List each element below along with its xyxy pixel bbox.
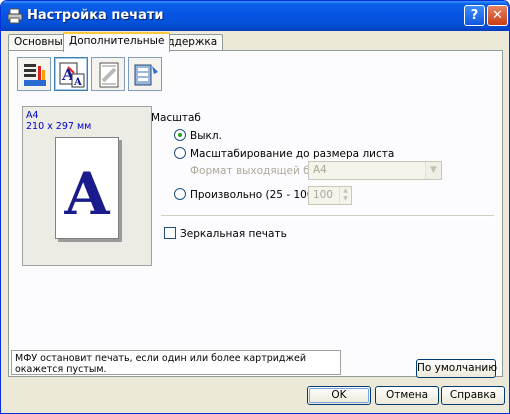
output-format-value: A4	[313, 164, 327, 176]
advanced-panel: A A A4 210 x 297 мм A Масштаб Выкл. Масш…	[8, 50, 503, 378]
stepper-arrows-icon[interactable]: ▲ ▼	[339, 187, 351, 204]
device-options-button[interactable]	[128, 57, 162, 91]
mirror-print-checkbox[interactable]	[164, 227, 176, 239]
output-format-select[interactable]: A4 ▼	[308, 161, 442, 180]
divider	[161, 215, 494, 217]
default-button[interactable]: По умолчанию	[416, 359, 497, 378]
scaling-fit-option[interactable]: Масштабирование до размера листа	[174, 147, 394, 161]
preview-letter: A	[64, 160, 110, 228]
scaling-fit-label: Масштабирование до размера листа	[190, 148, 395, 160]
chevron-down-icon[interactable]: ▼	[425, 162, 441, 179]
print-settings-window: Настройка печати ? ✕ Основные Дополнител…	[0, 0, 510, 414]
scaling-button[interactable]: A A	[54, 57, 88, 91]
paper-dimensions: 210 x 297 мм	[26, 121, 92, 132]
paper-size-info: A4 210 x 297 мм	[26, 110, 91, 132]
printer-icon	[7, 8, 23, 24]
paper-name: A4	[26, 110, 39, 121]
scaling-off-radio[interactable]	[174, 129, 186, 141]
mirror-print-option[interactable]: Зеркальная печать	[164, 227, 287, 240]
scaling-custom-radio[interactable]	[174, 188, 186, 200]
scaling-group-label: Масштаб	[151, 112, 201, 124]
mirror-print-label: Зеркальная печать	[180, 228, 287, 240]
title-bar[interactable]: Настройка печати ? ✕	[1, 1, 509, 31]
scaling-off-label: Выкл.	[190, 130, 222, 142]
scaling-icon: A A	[59, 62, 85, 88]
print-quality-icon	[24, 64, 46, 86]
help-button[interactable]: Справка	[441, 386, 505, 405]
device-options-icon	[134, 64, 158, 86]
custom-scale-value: 100	[313, 189, 334, 201]
paper-sheet: A	[55, 137, 119, 239]
svg-text:A: A	[73, 77, 82, 88]
close-button[interactable]: ✕	[487, 5, 508, 26]
print-quality-button[interactable]	[17, 57, 51, 91]
scaling-fit-radio[interactable]	[174, 147, 186, 159]
cancel-button[interactable]: Отмена	[375, 386, 439, 405]
watermark-icon	[99, 62, 119, 88]
ok-button[interactable]: OK	[307, 386, 371, 405]
help-title-button[interactable]: ?	[464, 5, 485, 26]
watermark-button[interactable]	[91, 57, 125, 91]
scaling-off-option[interactable]: Выкл.	[174, 129, 222, 143]
status-message: МФУ остановит печать, если один или боле…	[11, 350, 341, 375]
tab-advanced[interactable]: Дополнительные	[63, 32, 171, 52]
window-title: Настройка печати	[27, 8, 164, 23]
custom-scale-stepper[interactable]: 100 ▲ ▼	[308, 186, 352, 205]
paper-preview: A4 210 x 297 мм A	[22, 106, 152, 266]
